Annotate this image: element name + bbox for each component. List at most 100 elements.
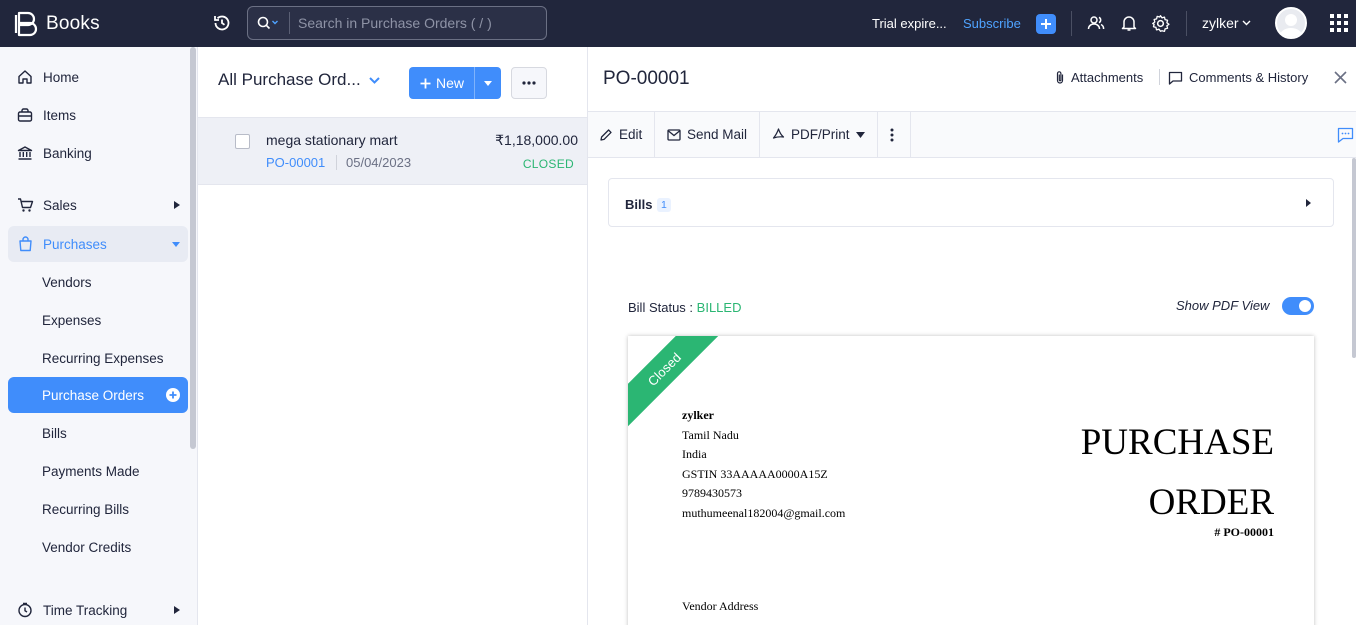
sidebar-item-home[interactable]: Home <box>8 59 188 95</box>
sidebar-item-expenses[interactable]: Expenses <box>8 302 188 338</box>
divider <box>1186 11 1187 36</box>
pdf-icon <box>772 128 785 139</box>
pdf-document-title: PURCHASE ORDER <box>1081 413 1274 533</box>
attachments-button[interactable]: Attachments <box>1055 70 1143 85</box>
org-switcher[interactable]: zylker <box>1202 15 1251 31</box>
sidebar-item-label: Recurring Expenses <box>42 350 164 366</box>
detail-pane: PO-00001 Attachments Comments & History … <box>588 47 1356 625</box>
sidebar-item-vendors[interactable]: Vendors <box>8 264 188 300</box>
new-button[interactable]: New <box>409 67 475 99</box>
pdf-print-button[interactable]: PDF/Print <box>760 112 878 157</box>
pdf-org-name: zylker <box>682 408 714 422</box>
po-number: PO-00001 <box>266 155 326 170</box>
sidebar-item-label: Purchase Orders <box>42 387 145 403</box>
sidebar-item-label: Recurring Bills <box>42 501 130 517</box>
org-address: zylker Tamil Nadu India GSTIN 33AAAAA000… <box>682 406 845 523</box>
sidebar-item-banking[interactable]: Banking <box>8 135 188 171</box>
plus-icon <box>420 78 431 88</box>
trial-status[interactable]: Trial expire... <box>872 16 947 31</box>
more-options-button[interactable] <box>511 67 547 99</box>
quick-create-button[interactable] <box>1036 14 1056 34</box>
sidebar-item-label: Time Tracking <box>43 602 128 618</box>
send-mail-label: Send Mail <box>687 127 748 142</box>
home-icon <box>16 69 34 85</box>
new-button-group: New <box>409 67 502 99</box>
chevron-down-icon <box>368 76 380 84</box>
pdf-view-label: Show PDF View <box>1176 298 1270 313</box>
pdf-view-toggle[interactable] <box>1282 297 1314 315</box>
sidebar-item-label: Payments Made <box>42 463 140 479</box>
history-icon[interactable] <box>212 13 232 33</box>
comment-icon <box>1168 71 1183 85</box>
bag-icon <box>16 236 34 252</box>
bill-status-value: BILLED <box>696 300 742 315</box>
add-purchase-order-icon[interactable] <box>166 388 180 402</box>
caret-down-icon <box>855 131 865 138</box>
pdf-title-line: PURCHASE <box>1080 422 1274 463</box>
sidebar-item-vendor-credits[interactable]: Vendor Credits <box>8 529 188 565</box>
kebab-icon <box>890 128 894 141</box>
subscribe-link[interactable]: Subscribe <box>963 16 1021 31</box>
address-line: muthumeenal182004@gmail.com <box>682 505 846 520</box>
sidebar-item-label: Bills <box>42 425 67 441</box>
sidebar-item-label: Purchases <box>43 236 107 252</box>
sidebar-scrollbar[interactable] <box>190 47 196 449</box>
close-icon[interactable] <box>1334 71 1347 84</box>
new-button-label: New <box>436 75 465 91</box>
collapse-arrow-icon <box>172 242 180 247</box>
row-checkbox[interactable] <box>235 134 250 149</box>
pdf-print-label: PDF/Print <box>791 127 850 142</box>
attachments-label: Attachments <box>1071 70 1144 85</box>
bills-count-badge: 1 <box>657 198 671 212</box>
comments-history-button[interactable]: Comments & History <box>1168 70 1308 85</box>
sidebar-item-sales[interactable]: Sales <box>8 187 188 223</box>
chevron-down-icon <box>1242 20 1251 26</box>
sidebar-item-bills[interactable]: Bills <box>8 415 188 451</box>
comment-panel-icon[interactable] <box>1337 127 1354 143</box>
detail-scrollbar[interactable] <box>1352 158 1356 358</box>
list-header: All Purchase Ord... New <box>198 47 587 118</box>
apps-grid-icon[interactable] <box>1330 14 1348 32</box>
more-actions-button[interactable] <box>874 112 911 157</box>
divider <box>1159 69 1160 85</box>
sidebar-item-label: Home <box>43 69 80 85</box>
page-title: PO-00001 <box>603 68 690 89</box>
search-icon[interactable] <box>248 12 290 34</box>
expand-arrow-icon <box>174 201 180 209</box>
sidebar-item-purchase-orders[interactable]: Purchase Orders <box>8 377 188 413</box>
new-dropdown-button[interactable] <box>474 67 502 99</box>
clock-icon <box>16 602 34 618</box>
view-selector[interactable]: All Purchase Ord... <box>218 70 380 90</box>
sidebar-item-time-tracking[interactable]: Time Tracking <box>8 592 188 625</box>
top-bar: Books Trial expire... Subscribe zylker <box>0 0 1356 47</box>
sidebar-item-label: Expenses <box>42 312 102 328</box>
users-icon[interactable] <box>1087 14 1105 32</box>
edit-button[interactable]: Edit <box>588 112 656 157</box>
address-line: 9789430573 <box>682 486 742 500</box>
cart-icon <box>16 197 34 213</box>
expand-arrow-icon <box>174 606 180 614</box>
address-line: Tamil Nadu <box>682 427 739 442</box>
sidebar-item-label: Vendor Credits <box>42 539 132 555</box>
sidebar-item-items[interactable]: Items <box>8 97 188 133</box>
bills-section[interactable]: Bills 1 <box>608 178 1334 227</box>
search-bar <box>247 6 547 40</box>
gear-icon[interactable] <box>1151 14 1170 33</box>
sidebar-item-recurring-expenses[interactable]: Recurring Expenses <box>8 340 188 376</box>
send-mail-button[interactable]: Send Mail <box>655 112 761 157</box>
sidebar-item-payments-made[interactable]: Payments Made <box>8 453 188 489</box>
list-title: All Purchase Ord... <box>218 70 361 89</box>
pdf-title-line: ORDER <box>1148 482 1274 523</box>
expand-arrow-icon <box>1306 199 1311 207</box>
sidebar-item-purchases[interactable]: Purchases <box>8 226 188 262</box>
sidebar-item-label: Banking <box>43 145 92 161</box>
search-input[interactable] <box>290 15 530 31</box>
status-badge: CLOSED <box>522 157 574 171</box>
divider <box>336 155 337 170</box>
divider <box>1071 11 1072 36</box>
avatar[interactable] <box>1275 7 1307 39</box>
bell-icon[interactable] <box>1120 14 1138 32</box>
table-row[interactable]: mega stationary mart ₹1,18,000.00 PO-000… <box>198 118 587 185</box>
sidebar-item-recurring-bills[interactable]: Recurring Bills <box>8 491 188 527</box>
brand[interactable]: Books <box>0 11 198 37</box>
